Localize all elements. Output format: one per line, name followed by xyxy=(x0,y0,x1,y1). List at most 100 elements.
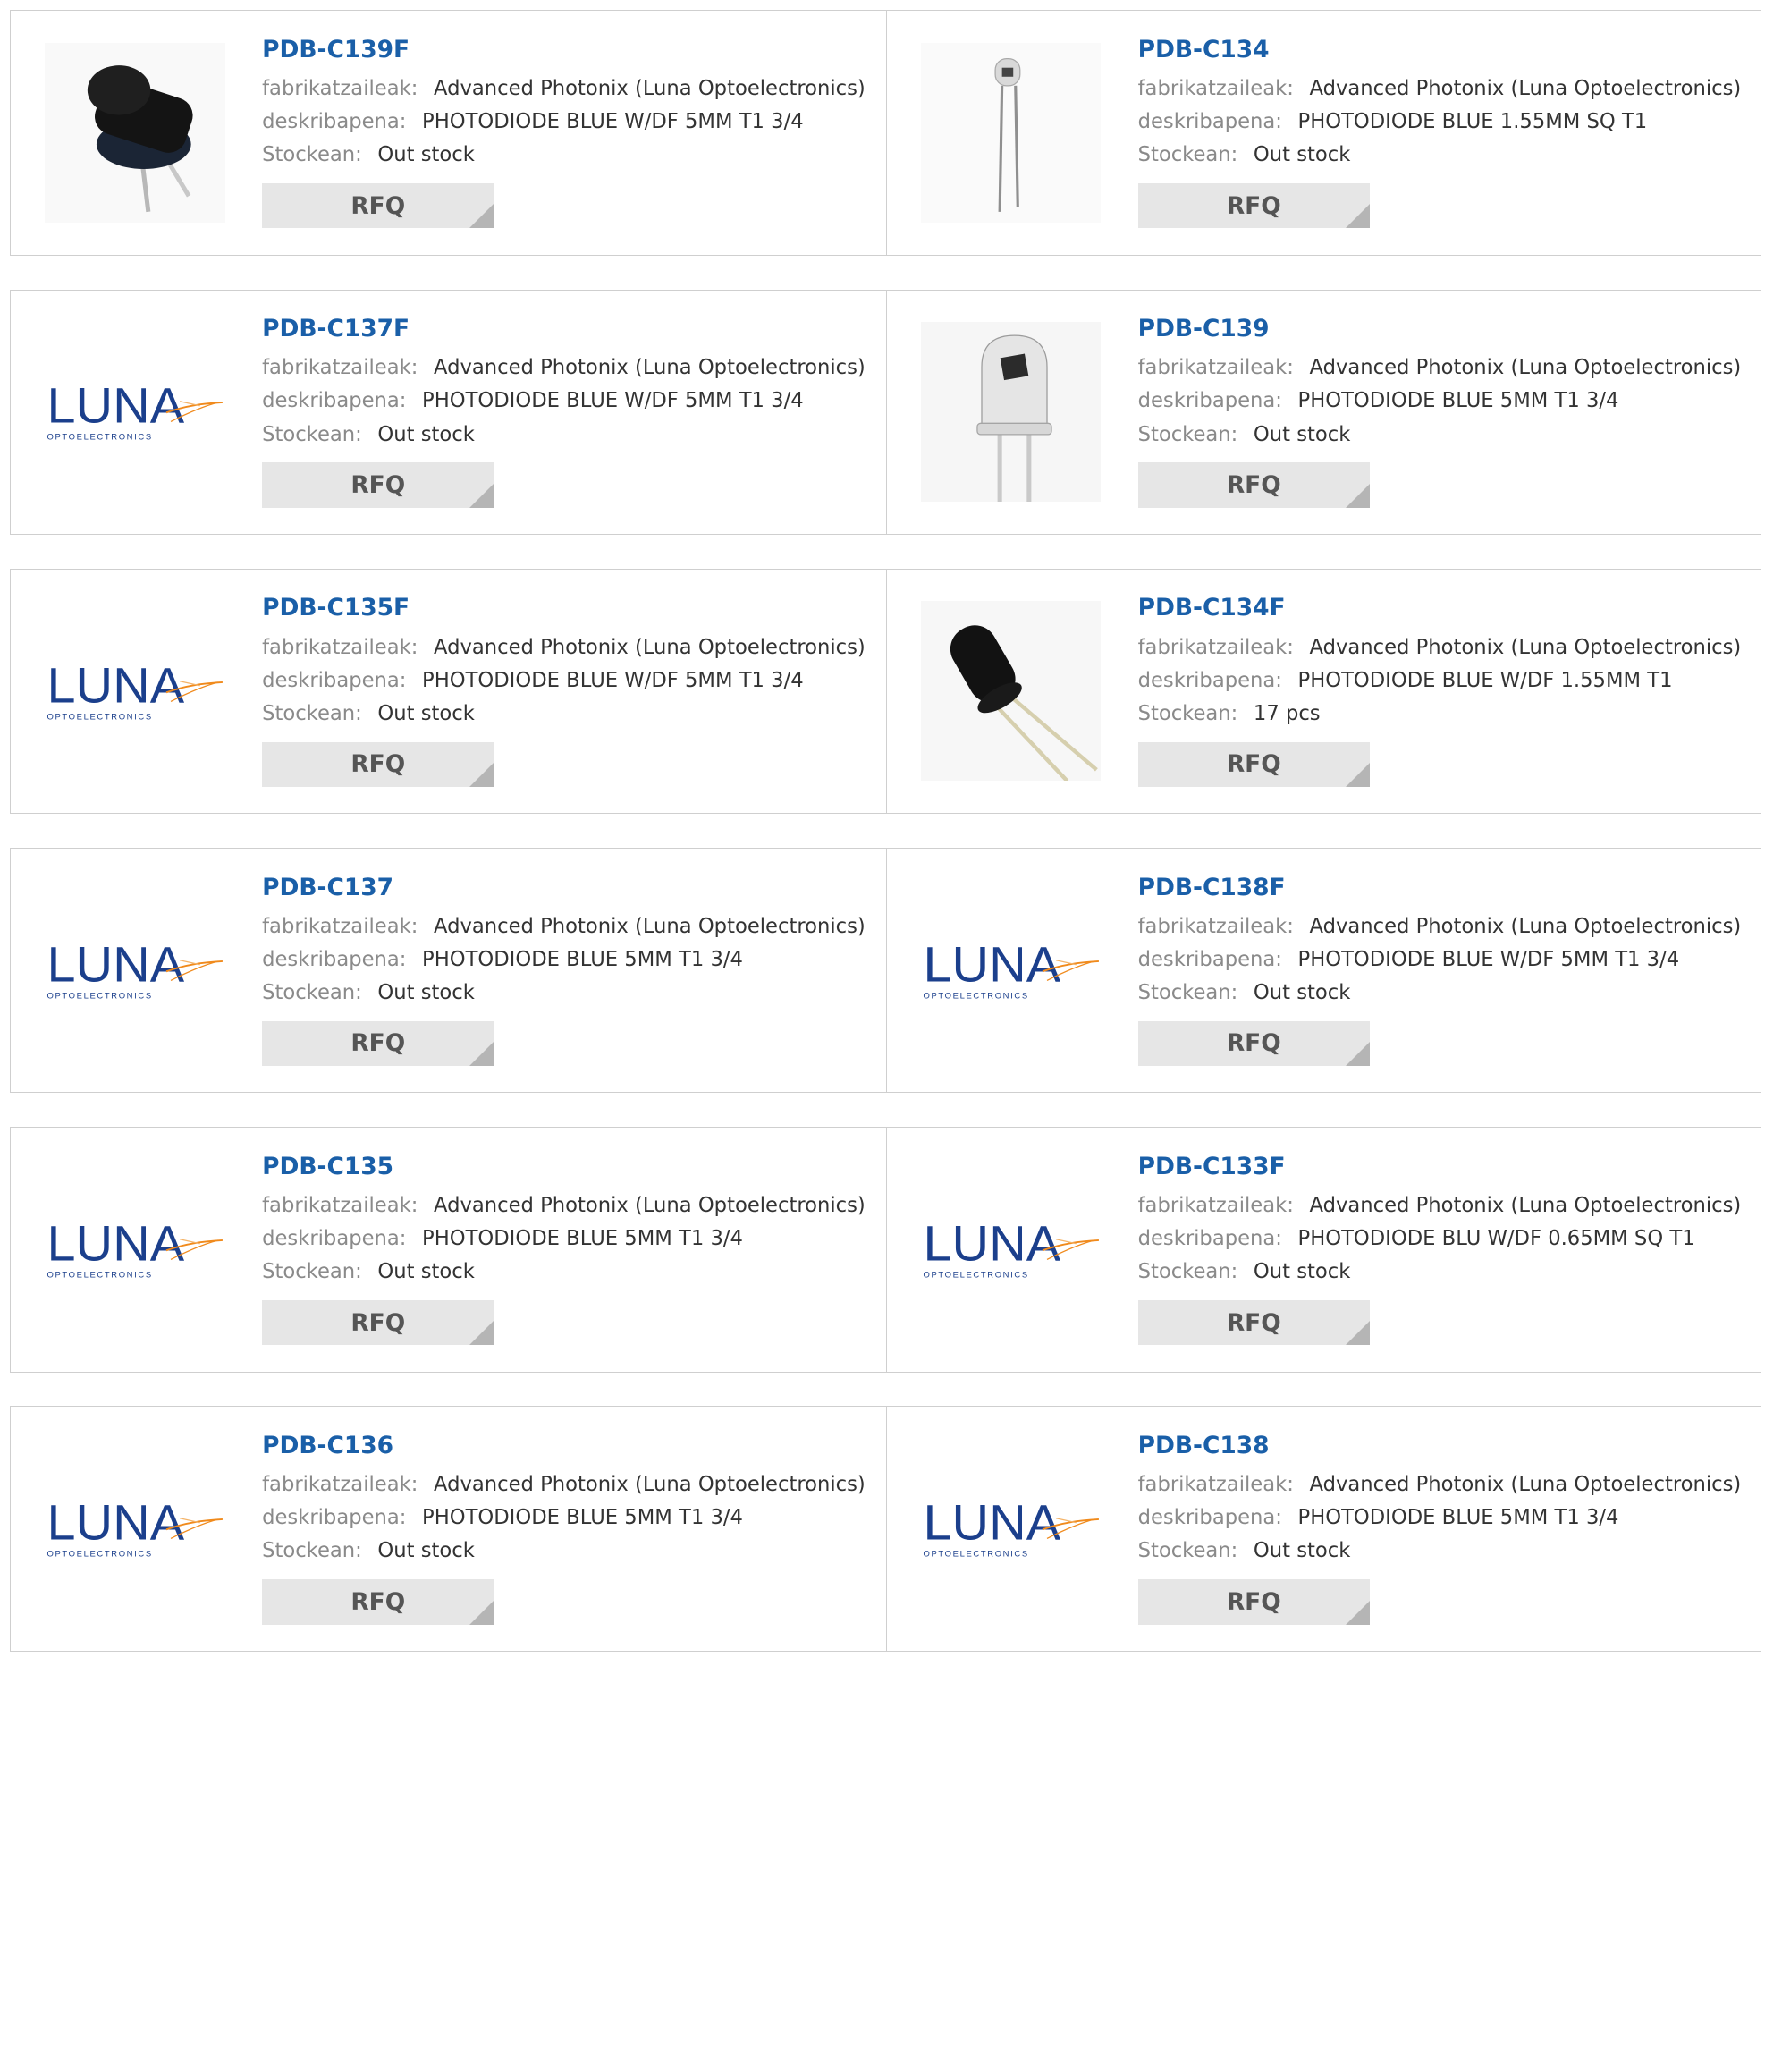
stock-value: Out stock xyxy=(377,143,475,167)
description-value: PHOTODIODE BLUE 1.55MM SQ T1 xyxy=(1297,110,1648,134)
rfq-label: RFQ xyxy=(1226,1029,1281,1058)
product-row: LUNA OPTOELECTRONICS PDB-C136 fabrikatza… xyxy=(10,1406,1762,1652)
product-part-number-link[interactable]: PDB-C138F xyxy=(1138,874,1286,901)
product-grid: PDB-C139F fabrikatzaileak: Advanced Photo… xyxy=(10,10,1762,1685)
stock-value: Out stock xyxy=(1253,981,1351,1005)
product-info: PDB-C138F fabrikatzaileak: Advanced Photo… xyxy=(1137,874,1750,1067)
manufacturer-label: fabrikatzaileak: xyxy=(1137,635,1294,659)
rfq-button[interactable]: RFQ xyxy=(1137,462,1370,508)
stock-line: Stockean: Out stock xyxy=(1138,977,1750,1010)
corner-triangle-icon xyxy=(469,1041,494,1067)
product-part-number-link[interactable]: PDB-C135F xyxy=(262,594,410,622)
photodiode-image xyxy=(920,601,1102,782)
product-row: LUNA OPTOELECTRONICS PDB-C137 fabrikatza… xyxy=(10,847,1762,1094)
luna-logo-icon: LUNA OPTOELECTRONICS xyxy=(923,937,1099,1001)
stock-label: Stockean: xyxy=(1137,422,1238,446)
product-thumbnail[interactable]: LUNA OPTOELECTRONICS xyxy=(45,1439,224,1619)
stock-label: Stockean: xyxy=(262,981,362,1005)
product-part-number-link[interactable]: PDB-C139F xyxy=(262,36,410,63)
product-card: LUNA OPTOELECTRONICS PDB-C133F fabrikatz… xyxy=(885,1128,1761,1372)
stock-line: Stockean: Out stock xyxy=(262,419,874,452)
product-info: PDB-C137 fabrikatzaileak: Advanced Photon… xyxy=(262,874,874,1067)
description-line: deskribapena: PHOTODIODE BLUE 5MM T1 3/4 xyxy=(262,1501,874,1535)
corner-triangle-icon xyxy=(1345,483,1370,508)
product-thumbnail[interactable] xyxy=(920,601,1102,782)
stock-line: Stockean: Out stock xyxy=(1138,419,1750,452)
product-info: PDB-C139F fabrikatzaileak: Advanced Photo… xyxy=(262,36,874,229)
product-info: PDB-C134 fabrikatzaileak: Advanced Photon… xyxy=(1137,36,1750,229)
manufacturer-line: fabrikatzaileak: Advanced Photonix (Luna … xyxy=(1138,1189,1750,1222)
description-label: deskribapena: xyxy=(262,1227,407,1251)
product-thumbnail[interactable]: LUNA OPTOELECTRONICS xyxy=(45,322,224,502)
description-value: PHOTODIODE BLUE 5MM T1 3/4 xyxy=(1297,1506,1619,1530)
product-part-number-link[interactable]: PDB-C136 xyxy=(262,1432,393,1459)
logo-main-text: LUNA xyxy=(923,937,1060,993)
manufacturer-value: Advanced Photonix (Luna Optoelectronics) xyxy=(1309,1193,1742,1217)
product-part-number-link[interactable]: PDB-C134 xyxy=(1138,36,1270,63)
product-thumbnail[interactable]: LUNA OPTOELECTRONICS xyxy=(921,880,1101,1060)
product-info: PDB-C135 fabrikatzaileak: Advanced Photon… xyxy=(262,1153,874,1346)
manufacturer-label: fabrikatzaileak: xyxy=(262,914,418,938)
rfq-button[interactable]: RFQ xyxy=(1137,1579,1370,1625)
logo-sub-text: OPTOELECTRONICS xyxy=(923,991,1028,1001)
description-value: PHOTODIODE BLUE 5MM T1 3/4 xyxy=(1297,389,1619,413)
luna-logo-icon: LUNA OPTOELECTRONICS xyxy=(923,1495,1099,1560)
rfq-button[interactable]: RFQ xyxy=(1137,183,1370,229)
product-thumbnail[interactable]: LUNA OPTOELECTRONICS xyxy=(45,880,224,1060)
rfq-label: RFQ xyxy=(350,1308,406,1337)
product-part-number-link[interactable]: PDB-C138 xyxy=(1138,1432,1270,1459)
product-info: PDB-C134F fabrikatzaileak: Advanced Photo… xyxy=(1137,594,1750,787)
corner-triangle-icon xyxy=(1345,203,1370,229)
manufacturer-value: Advanced Photonix (Luna Optoelectronics) xyxy=(1309,635,1742,659)
rfq-button[interactable]: RFQ xyxy=(262,462,494,508)
product-part-number-link[interactable]: PDB-C139 xyxy=(1138,315,1270,343)
manufacturer-value: Advanced Photonix (Luna Optoelectronics) xyxy=(433,635,866,659)
description-label: deskribapena: xyxy=(262,110,407,134)
product-row: LUNA OPTOELECTRONICS PDB-C135F fabrikatz… xyxy=(10,568,1762,815)
description-label: deskribapena: xyxy=(262,1506,407,1530)
manufacturer-line: fabrikatzaileak: Advanced Photonix (Luna … xyxy=(262,351,874,385)
product-row: LUNA OPTOELECTRONICS PDB-C135 fabrikatza… xyxy=(10,1127,1762,1373)
stock-value: Out stock xyxy=(377,422,475,446)
corner-triangle-icon xyxy=(469,762,494,787)
product-info: PDB-C138 fabrikatzaileak: Advanced Photon… xyxy=(1137,1432,1750,1625)
photodiode-image xyxy=(920,42,1102,224)
product-part-number-link[interactable]: PDB-C133F xyxy=(1138,1153,1286,1180)
product-thumbnail[interactable]: LUNA OPTOELECTRONICS xyxy=(45,601,224,781)
manufacturer-label: fabrikatzaileak: xyxy=(262,1193,418,1217)
rfq-button[interactable]: RFQ xyxy=(262,741,494,787)
rfq-label: RFQ xyxy=(1226,470,1281,499)
product-part-number-link[interactable]: PDB-C135 xyxy=(262,1153,393,1180)
description-value: PHOTODIODE BLUE W/DF 5MM T1 3/4 xyxy=(1297,947,1680,971)
luna-logo-icon: LUNA OPTOELECTRONICS xyxy=(47,1216,224,1281)
stock-line: Stockean: Out stock xyxy=(262,977,874,1010)
product-card: LUNA OPTOELECTRONICS PDB-C135F fabrikatz… xyxy=(11,570,886,813)
product-thumbnail[interactable] xyxy=(920,42,1102,224)
description-value: PHOTODIODE BLUE 5MM T1 3/4 xyxy=(422,947,743,971)
stock-line: Stockean: Out stock xyxy=(1138,1256,1750,1289)
rfq-button[interactable]: RFQ xyxy=(262,1579,494,1625)
product-thumbnail[interactable]: LUNA OPTOELECTRONICS xyxy=(45,1159,224,1339)
product-part-number-link[interactable]: PDB-C137 xyxy=(262,874,393,901)
product-part-number-link[interactable]: PDB-C134F xyxy=(1138,594,1286,622)
description-line: deskribapena: PHOTODIODE BLUE W/DF 1.55MM… xyxy=(1138,664,1750,698)
manufacturer-value: Advanced Photonix (Luna Optoelectronics) xyxy=(1309,356,1742,380)
description-label: deskribapena: xyxy=(1137,1227,1282,1251)
rfq-button[interactable]: RFQ xyxy=(1137,741,1370,787)
product-thumbnail[interactable]: LUNA OPTOELECTRONICS xyxy=(921,1159,1101,1339)
product-thumbnail[interactable] xyxy=(45,42,225,224)
product-thumbnail[interactable] xyxy=(920,321,1102,503)
rfq-button[interactable]: RFQ xyxy=(1137,1020,1370,1067)
product-part-number-link[interactable]: PDB-C137F xyxy=(262,315,410,343)
rfq-button[interactable]: RFQ xyxy=(262,1299,494,1346)
description-label: deskribapena: xyxy=(1137,1506,1282,1530)
product-card: LUNA OPTOELECTRONICS PDB-C137F fabrikatz… xyxy=(11,291,886,534)
photodiode-image xyxy=(45,42,225,224)
rfq-button[interactable]: RFQ xyxy=(1137,1299,1370,1346)
description-label: deskribapena: xyxy=(1137,110,1282,134)
product-thumbnail[interactable]: LUNA OPTOELECTRONICS xyxy=(921,1439,1101,1619)
manufacturer-line: fabrikatzaileak: Advanced Photonix (Luna … xyxy=(1138,1468,1750,1501)
rfq-button[interactable]: RFQ xyxy=(262,183,494,229)
stock-label: Stockean: xyxy=(262,143,362,167)
rfq-button[interactable]: RFQ xyxy=(262,1020,494,1067)
